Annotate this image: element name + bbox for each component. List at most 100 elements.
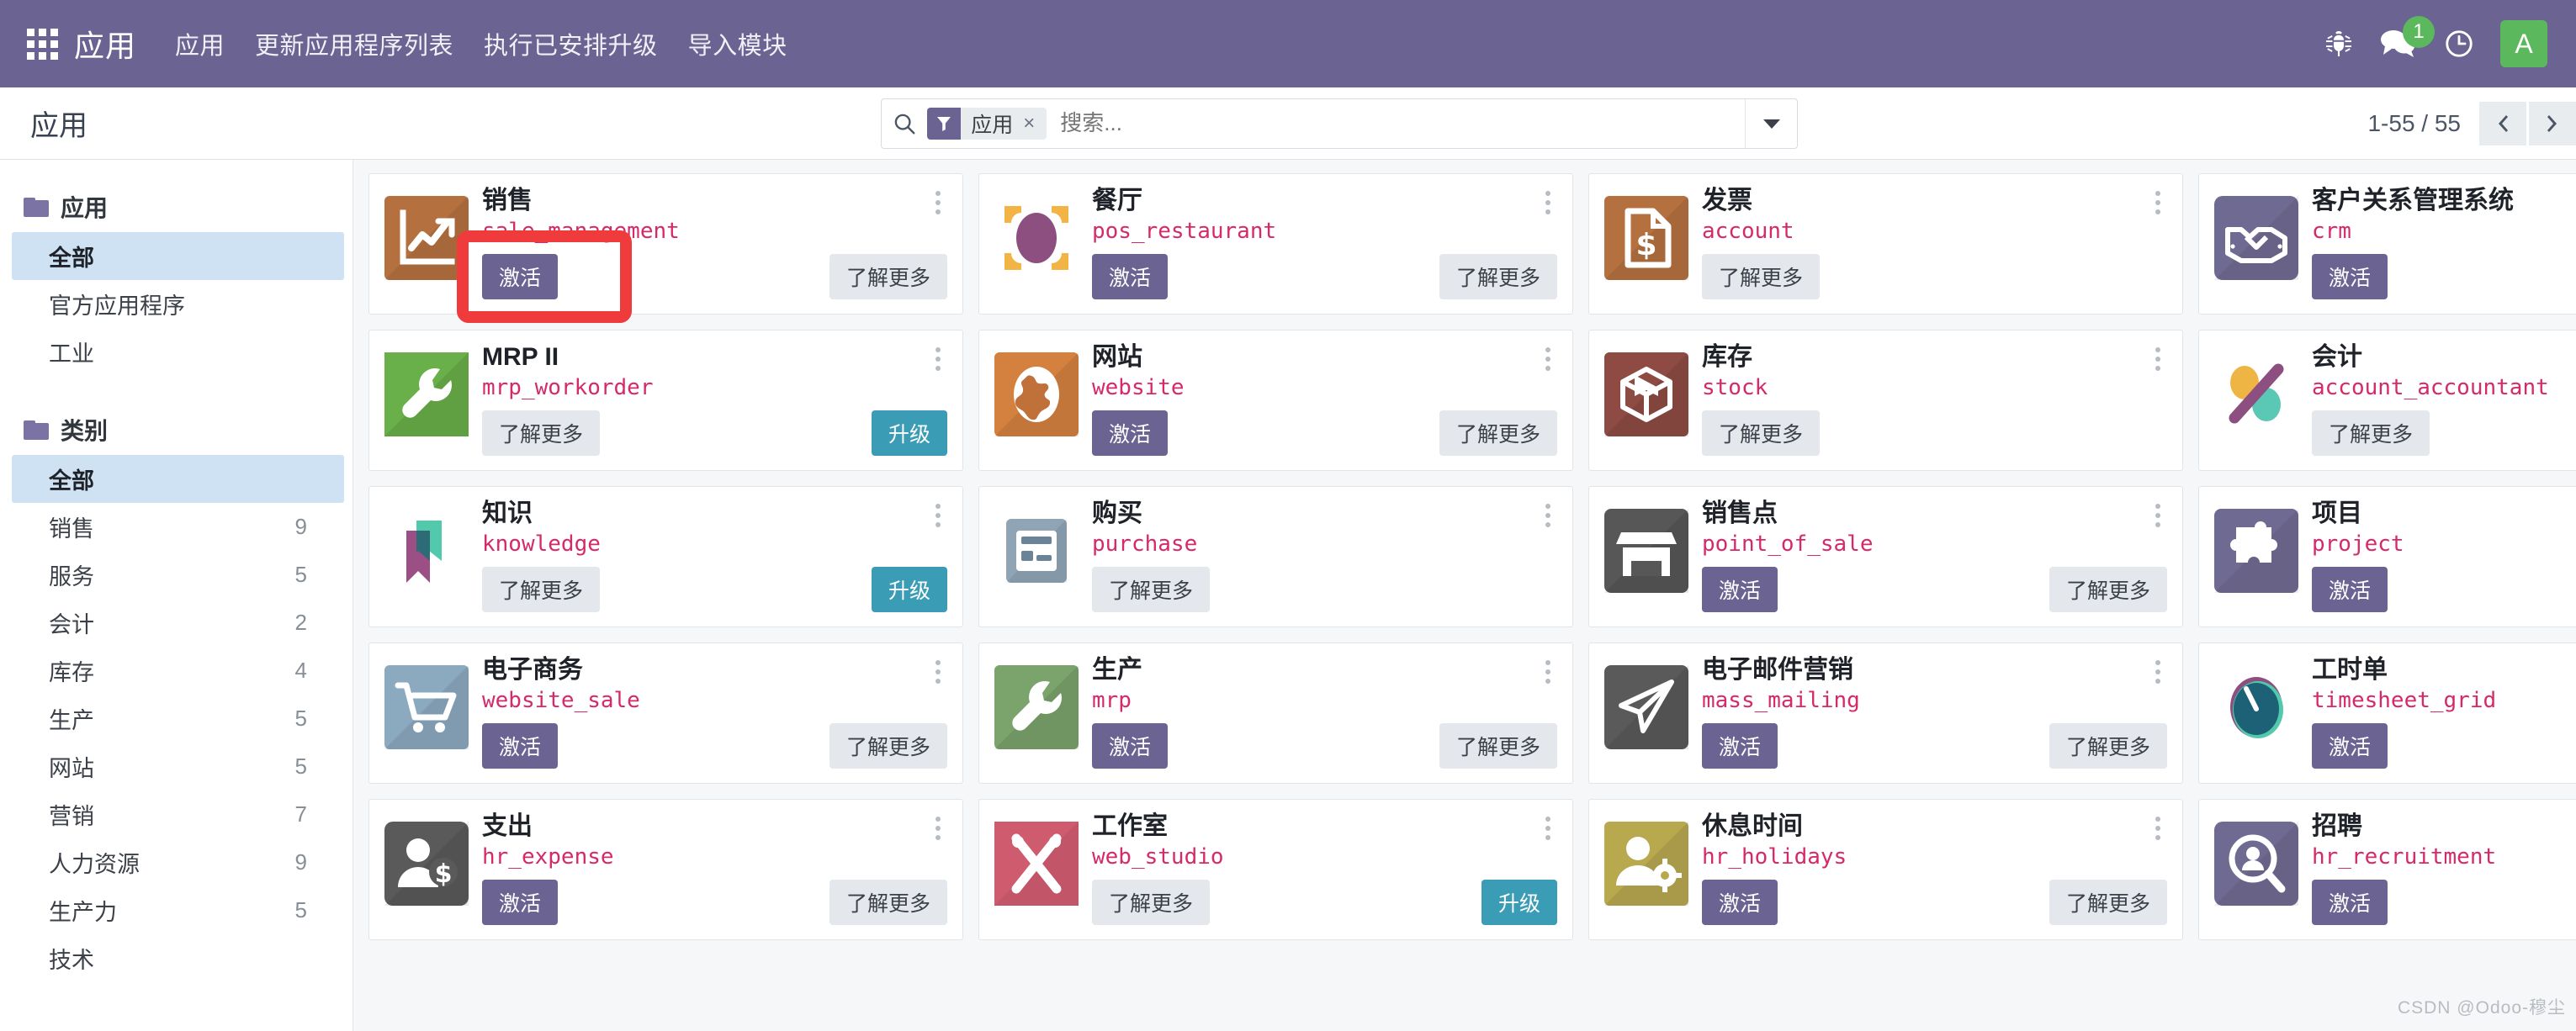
messages-icon[interactable]: 1 [2379,16,2435,61]
learn-more-button[interactable]: 了解更多 [2049,722,2167,769]
menu-item-apply-upgrades[interactable]: 执行已安排升级 [469,18,673,70]
upgrade-button[interactable]: 升级 [871,410,947,456]
sidebar-section-categories: 类别 [0,404,352,455]
learn-more-button[interactable]: 了解更多 [1702,253,1821,299]
learn-more-button[interactable]: 了解更多 [829,879,947,925]
learn-more-button[interactable]: 了解更多 [482,410,601,456]
pager-next-button[interactable] [2529,101,2576,145]
kanban-card-body: 电子邮件营销 mass_mailing 激活 了解更多 [1702,656,2167,775]
kanban-card[interactable]: 电子邮件营销 mass_mailing 激活 了解更多 [1588,642,2183,784]
activate-button[interactable]: 激活 [1092,253,1169,299]
apps-grid-icon[interactable] [19,20,66,67]
sidebar-item-industries[interactable]: 工业 [12,328,344,376]
activate-button[interactable]: 激活 [1092,410,1169,456]
kanban-card[interactable]: 会计 account_accountant 了解更多 [2198,330,2576,471]
sidebar-item-category-website[interactable]: 网站 5 [12,743,344,790]
learn-more-button[interactable]: 了解更多 [829,722,947,769]
learn-more-button[interactable]: 了解更多 [829,253,947,299]
search-facet-apps[interactable]: 应用 × [927,107,1047,140]
sidebar-item-category-technical[interactable]: 技术 [12,934,344,982]
kanban-card-menu-icon[interactable] [2147,812,2169,845]
kanban-card-menu-icon[interactable] [1537,186,1559,219]
activate-button[interactable]: 激活 [482,722,559,769]
kanban-card[interactable]: 电子商务 website_sale 激活 了解更多 [368,642,963,784]
kanban-card[interactable]: 招聘 hr_recruitment 激活 [2198,799,2576,940]
activate-button[interactable]: 激活 [2312,566,2388,612]
kanban-card-menu-icon[interactable] [2147,186,2169,219]
kanban-card[interactable]: 库存 stock 了解更多 [1588,330,2183,471]
sidebar-item-category-marketing[interactable]: 营销 7 [12,790,344,838]
search-input[interactable] [1047,110,1746,136]
clock-icon[interactable] [2443,28,2475,60]
kanban-card-menu-icon[interactable] [927,812,949,845]
kanban-card-menu-icon[interactable] [927,342,949,376]
search-facet-remove-icon[interactable]: × [1020,107,1047,140]
kanban-card[interactable]: 网站 website 激活 了解更多 [978,330,1573,471]
kanban-card-menu-icon[interactable] [1537,342,1559,376]
learn-more-button[interactable]: 了解更多 [1702,410,1821,456]
avatar[interactable]: A [2500,20,2547,67]
learn-more-button[interactable]: 了解更多 [1439,253,1557,299]
sidebar-item-category-inventory[interactable]: 库存 4 [12,647,344,695]
activate-button[interactable]: 激活 [1702,879,1778,925]
kanban-card[interactable]: 生产 mrp 激活 了解更多 [978,642,1573,784]
kanban-card[interactable]: 工时单 timesheet_grid 激活 [2198,642,2576,784]
kanban-card[interactable]: 购买 purchase 了解更多 [978,486,1573,627]
kanban-card[interactable]: $ 支出 hr_expense 激活 了解更多 [368,799,963,940]
kanban-card-menu-icon[interactable] [927,186,949,219]
activate-button[interactable]: 激活 [2312,722,2388,769]
learn-more-button[interactable]: 了解更多 [1439,410,1557,456]
learn-more-button[interactable]: 了解更多 [482,566,601,612]
kanban-card-menu-icon[interactable] [927,499,949,532]
kanban-card-menu-icon[interactable] [1537,812,1559,845]
learn-more-button[interactable]: 了解更多 [1439,722,1557,769]
kanban-card[interactable]: 工作室 web_studio 了解更多 升级 [978,799,1573,940]
learn-more-button[interactable]: 了解更多 [2312,410,2430,456]
kanban-card[interactable]: $ 发票 account 了解更多 [1588,173,2183,315]
kanban-card-menu-icon[interactable] [2147,499,2169,532]
learn-more-button[interactable]: 了解更多 [2049,566,2167,612]
kanban-card[interactable]: 休息时间 hr_holidays 激活 了解更多 [1588,799,2183,940]
kanban-card[interactable]: 销售 sale_management 激活 了解更多 [368,173,963,315]
activate-button[interactable]: 激活 [1702,566,1778,612]
kanban-card-menu-icon[interactable] [927,655,949,689]
kanban-card[interactable]: 知识 knowledge 了解更多 升级 [368,486,963,627]
learn-more-button[interactable]: 了解更多 [1092,879,1211,925]
bug-icon[interactable] [2324,29,2354,59]
sidebar-item-category-productivity[interactable]: 生产力 5 [12,886,344,934]
kanban-card-menu-icon[interactable] [2147,655,2169,689]
chevron-down-icon[interactable] [1745,98,1797,148]
sidebar-item-category-human-resources[interactable]: 人力资源 9 [12,838,344,886]
upgrade-button[interactable]: 升级 [871,566,947,612]
activate-button[interactable]: 激活 [2312,253,2388,299]
kanban-card[interactable]: 客户关系管理系统 crm 激活 [2198,173,2576,315]
learn-more-button[interactable]: 了解更多 [2049,879,2167,925]
kanban-card-menu-icon[interactable] [2147,342,2169,376]
sidebar-item-category-sales[interactable]: 销售 9 [12,503,344,551]
navbar-brand[interactable]: 应用 [74,22,136,66]
searchview[interactable]: 应用 × [881,98,1799,149]
menu-item-update-app-list[interactable]: 更新应用程序列表 [240,18,469,70]
pager-previous-button[interactable] [2479,101,2526,145]
sidebar-item-category-services[interactable]: 服务 5 [12,551,344,599]
kanban-card-menu-icon[interactable] [1537,655,1559,689]
sidebar-item-category-manufacturing[interactable]: 生产 5 [12,695,344,743]
activate-button[interactable]: 激活 [482,253,559,299]
sidebar-item-category-all[interactable]: 全部 [12,455,344,503]
activate-button[interactable]: 激活 [1092,722,1169,769]
upgrade-button[interactable]: 升级 [1481,879,1557,925]
kanban-card[interactable]: MRP II mrp_workorder 了解更多 升级 [368,330,963,471]
activate-button[interactable]: 激活 [2312,879,2388,925]
sidebar-item-official-apps[interactable]: 官方应用程序 [12,280,344,328]
learn-more-button[interactable]: 了解更多 [1092,566,1211,612]
kanban-card-menu-icon[interactable] [1537,499,1559,532]
menu-item-import-module[interactable]: 导入模块 [673,18,803,70]
activate-button[interactable]: 激活 [482,879,559,925]
activate-button[interactable]: 激活 [1702,722,1778,769]
kanban-card[interactable]: 餐厅 pos_restaurant 激活 了解更多 [978,173,1573,315]
kanban-card[interactable]: 项目 project 激活 [2198,486,2576,627]
sidebar-item-apps-all[interactable]: 全部 [12,232,344,280]
kanban-card[interactable]: 销售点 point_of_sale 激活 了解更多 [1588,486,2183,627]
sidebar-item-category-accounting[interactable]: 会计 2 [12,599,344,647]
menu-item-apps[interactable]: 应用 [160,18,240,70]
